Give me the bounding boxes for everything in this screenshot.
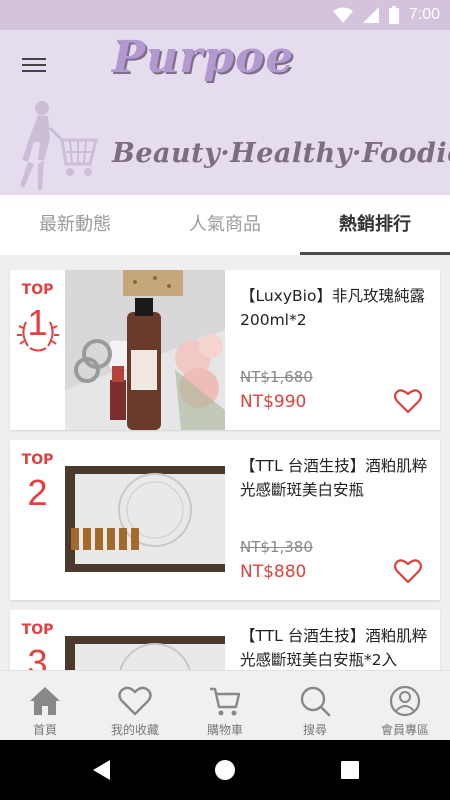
rank-number: 3 bbox=[27, 642, 48, 670]
home-circle-icon[interactable] bbox=[213, 758, 237, 782]
search-icon bbox=[300, 686, 331, 717]
tab-latest[interactable]: 最新動態 bbox=[0, 195, 150, 255]
wifi-icon bbox=[332, 7, 353, 23]
original-price: NT$1,380 bbox=[240, 538, 313, 556]
tab-popular[interactable]: 人氣商品 bbox=[150, 195, 300, 255]
product-title: 【TTL 台酒生技】酒粕肌粹光感斷斑美白安瓶 bbox=[240, 457, 428, 499]
heart-icon bbox=[118, 686, 152, 716]
app-header: Purpoe Beauty·Healthy·Foodie bbox=[0, 30, 450, 195]
battery-icon bbox=[388, 6, 399, 24]
rank-number: 2 bbox=[27, 472, 48, 513]
rank-badge: TOP 1 bbox=[10, 270, 65, 430]
nav-label: 首頁 bbox=[32, 723, 57, 737]
menu-button[interactable] bbox=[22, 54, 46, 78]
shopper-silhouette-icon bbox=[20, 101, 98, 190]
nav-label: 我的收藏 bbox=[110, 723, 159, 737]
original-price: NT$1,680 bbox=[240, 368, 313, 386]
heart-icon[interactable] bbox=[394, 558, 422, 584]
status-bar: 7:00 bbox=[0, 0, 450, 30]
nav-label: 購物車 bbox=[206, 723, 243, 737]
nav-home[interactable]: 首頁 bbox=[0, 671, 90, 740]
nav-cart[interactable]: 購物車 bbox=[180, 671, 270, 740]
product-image[interactable] bbox=[65, 610, 225, 670]
top-label: TOP bbox=[21, 452, 54, 468]
system-nav-bar bbox=[0, 740, 450, 800]
sale-price: NT$880 bbox=[240, 562, 307, 582]
bottom-nav: 首頁 我的收藏 購物車 搜尋 會員專區 bbox=[0, 670, 450, 740]
product-card[interactable]: TOP 3 【TTL 台酒生技】酒粕肌粹光感斷斑美白安瓶*2入 bbox=[10, 610, 440, 670]
top-label: TOP bbox=[21, 282, 54, 298]
brand-logo: Purpoe bbox=[112, 32, 295, 83]
rank-number: 1 bbox=[27, 302, 48, 343]
product-image[interactable] bbox=[65, 270, 225, 430]
nav-favorites[interactable]: 我的收藏 bbox=[90, 671, 180, 740]
product-image[interactable] bbox=[65, 440, 225, 600]
back-icon[interactable] bbox=[90, 758, 114, 782]
product-list: TOP 1 【LuxyBio】非凡玫瑰純露200ml*2 NT$1,680 NT… bbox=[0, 255, 450, 670]
product-card[interactable]: TOP 2 【TTL 台酒生技】酒粕肌粹光感斷斑美白安瓶 NT$1,380 NT… bbox=[10, 440, 440, 600]
heart-icon[interactable] bbox=[394, 388, 422, 414]
signal-icon bbox=[362, 7, 379, 23]
tab-bar: 最新動態 人氣商品 熱銷排行 bbox=[0, 195, 450, 255]
product-title: 【LuxyBio】非凡玫瑰純露200ml*2 bbox=[240, 287, 425, 329]
nav-search[interactable]: 搜尋 bbox=[270, 671, 360, 740]
tab-bestseller[interactable]: 熱銷排行 bbox=[300, 195, 450, 255]
sale-price: NT$990 bbox=[240, 392, 307, 412]
nav-label: 會員專區 bbox=[380, 723, 429, 737]
tagline: Beauty·Healthy·Foodie bbox=[112, 138, 450, 169]
cart-icon bbox=[210, 687, 241, 716]
user-icon bbox=[389, 685, 421, 717]
nav-label: 搜尋 bbox=[302, 723, 327, 737]
nav-member[interactable]: 會員專區 bbox=[360, 671, 450, 740]
status-time: 7:00 bbox=[408, 6, 440, 23]
rank-badge: TOP 3 bbox=[10, 610, 65, 670]
rank-badge: TOP 2 bbox=[10, 440, 65, 600]
product-card[interactable]: TOP 1 【LuxyBio】非凡玫瑰純露200ml*2 NT$1,680 NT… bbox=[10, 270, 440, 430]
recents-icon[interactable] bbox=[338, 758, 362, 782]
home-icon bbox=[30, 687, 60, 715]
product-title: 【TTL 台酒生技】酒粕肌粹光感斷斑美白安瓶*2入 bbox=[240, 627, 428, 669]
top-label: TOP bbox=[21, 622, 54, 638]
